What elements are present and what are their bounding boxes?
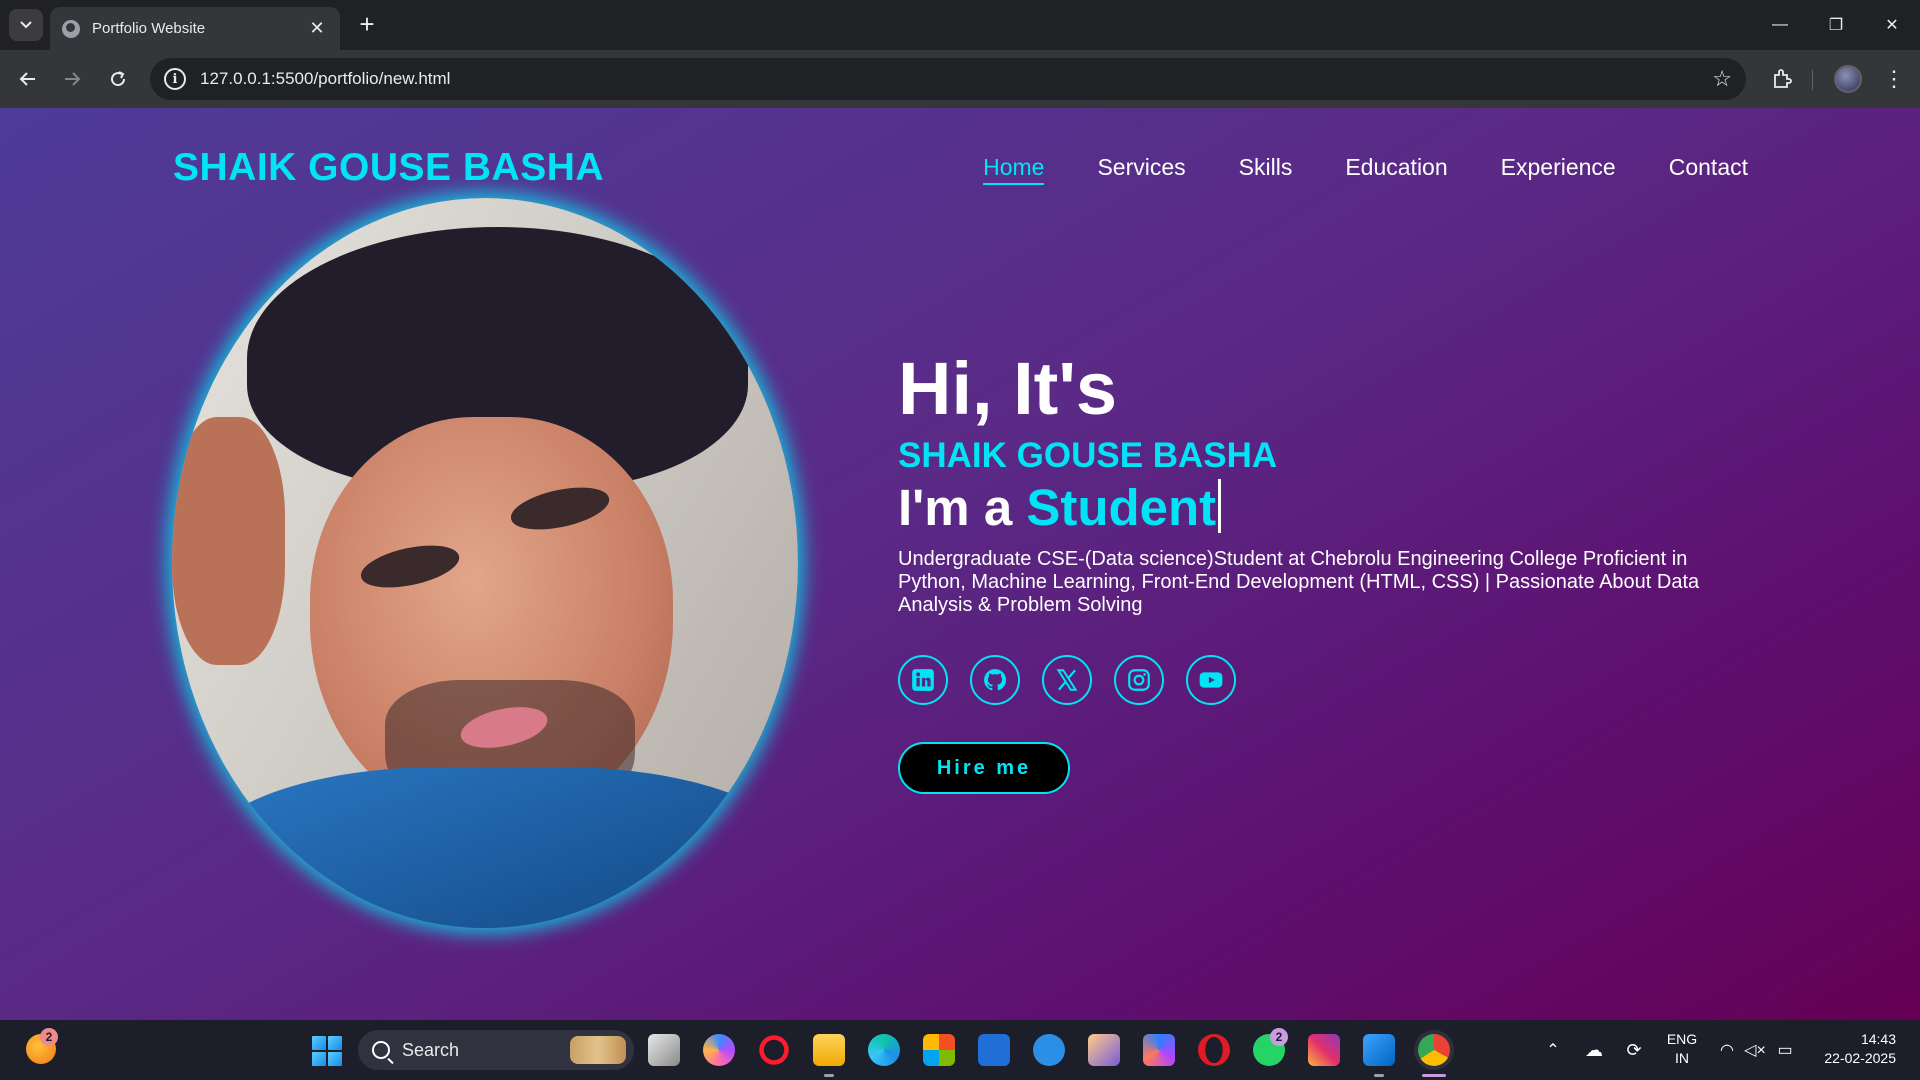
x-link[interactable] <box>1042 655 1092 705</box>
hero-description: Undergraduate CSE-(Data science)Student … <box>898 548 1700 616</box>
taskbar-search[interactable]: Search <box>358 1030 634 1070</box>
youtube-link[interactable] <box>1186 655 1236 705</box>
arrow-right-icon <box>65 72 81 86</box>
role-highlight: Student <box>1026 479 1217 536</box>
microsoft-store-icon[interactable] <box>923 1034 955 1066</box>
sync-icon[interactable]: ⟳ <box>1620 1020 1648 1080</box>
opera-icon[interactable] <box>1198 1034 1230 1066</box>
profile-photo <box>172 198 798 928</box>
system-clock[interactable]: 14:43 22-02-2025 <box>1810 1030 1896 1068</box>
copilot-icon[interactable] <box>703 1034 735 1066</box>
toolbar-divider <box>1812 70 1813 90</box>
portfolio-page: SHAIK GOUSE BASHA Home Services Skills E… <box>0 108 1920 1020</box>
address-bar[interactable]: i 127.0.0.1:5500/portfolio/new.html ☆ <box>150 58 1746 100</box>
clock-time: 14:43 <box>1860 1031 1896 1047</box>
bookmark-star-icon[interactable]: ☆ <box>1712 66 1732 92</box>
vscode-icon[interactable] <box>1363 1034 1395 1066</box>
github-icon <box>984 669 1007 691</box>
chevron-down-icon <box>20 21 32 29</box>
onedrive-icon[interactable]: ☁ <box>1580 1020 1608 1080</box>
photo-shirt <box>203 767 798 928</box>
social-links <box>898 655 1236 705</box>
back-button[interactable] <box>12 63 44 95</box>
battery-icon[interactable]: ▭ <box>1772 1020 1798 1080</box>
instagram-app-icon[interactable] <box>1308 1034 1340 1066</box>
url-text[interactable]: 127.0.0.1:5500/portfolio/new.html <box>200 69 1712 89</box>
reload-button[interactable] <box>102 63 134 95</box>
forward-button[interactable] <box>56 63 88 95</box>
main-nav: Home Services Skills Education Experienc… <box>983 154 1748 185</box>
windows-taskbar: 2 Search 2 ⌃ ☁ ⟳ ENG IN ◠ ◁× ▭ 14:43 22-… <box>0 1020 1920 1080</box>
running-indicator <box>824 1074 834 1077</box>
nav-skills[interactable]: Skills <box>1239 154 1293 185</box>
tab-close-icon[interactable]: ✕ <box>306 18 328 39</box>
linkedin-icon <box>912 669 934 691</box>
typing-cursor <box>1218 479 1222 533</box>
edge-icon[interactable] <box>868 1034 900 1066</box>
active-indicator <box>1422 1074 1446 1077</box>
chrome-icon[interactable] <box>1418 1034 1450 1066</box>
site-logo[interactable]: SHAIK GOUSE BASHA <box>173 146 604 190</box>
minimize-button[interactable]: — <box>1752 0 1808 50</box>
instagram-icon <box>1128 669 1150 691</box>
photos-app-icon[interactable] <box>1088 1034 1120 1066</box>
file-explorer-icon[interactable] <box>813 1034 845 1066</box>
hire-me-button[interactable]: Hire me <box>898 742 1070 794</box>
clock-date: 22-02-2025 <box>1824 1050 1896 1066</box>
arrow-left-icon <box>19 72 35 86</box>
volume-muted-icon[interactable]: ◁× <box>1742 1020 1768 1080</box>
nav-contact[interactable]: Contact <box>1669 154 1748 185</box>
nav-experience[interactable]: Experience <box>1501 154 1616 185</box>
get-help-icon[interactable] <box>1033 1034 1065 1066</box>
search-highlight-image <box>570 1036 626 1064</box>
role-prefix: I'm a <box>898 479 1027 536</box>
nav-education[interactable]: Education <box>1345 154 1447 185</box>
language-indicator[interactable]: ENG IN <box>1662 1030 1702 1068</box>
wifi-icon[interactable]: ◠ <box>1714 1020 1740 1080</box>
x-icon <box>1056 669 1078 691</box>
reload-icon <box>111 71 126 87</box>
hero-role: I'm a Student <box>898 478 1222 537</box>
microsoft-365-icon[interactable] <box>1143 1034 1175 1066</box>
close-window-button[interactable]: ✕ <box>1864 0 1920 50</box>
tab-search-button[interactable] <box>9 9 43 41</box>
region-code: IN <box>1675 1050 1689 1066</box>
opera-gx-icon[interactable] <box>758 1034 790 1066</box>
profile-avatar[interactable] <box>1834 65 1862 93</box>
language-code: ENG <box>1666 1031 1698 1047</box>
photo-hand <box>172 417 285 666</box>
task-view-icon[interactable] <box>648 1034 680 1066</box>
browser-tab-bar: Portfolio Website ✕ + — ❐ ✕ <box>0 0 1920 50</box>
browser-toolbar: i 127.0.0.1:5500/portfolio/new.html ☆ ⋮ <box>0 50 1920 108</box>
extensions-icon[interactable] <box>1766 63 1798 95</box>
search-icon <box>372 1041 390 1059</box>
windows-start-icon[interactable] <box>312 1036 342 1066</box>
site-info-icon[interactable]: i <box>164 68 186 90</box>
globe-icon <box>62 19 80 38</box>
tab-title: Portfolio Website <box>92 20 206 37</box>
show-hidden-icons[interactable]: ⌃ <box>1540 1020 1566 1080</box>
github-link[interactable] <box>970 655 1020 705</box>
linkedin-link[interactable] <box>898 655 948 705</box>
hero-greeting: Hi, It's <box>898 347 1118 430</box>
hero-name: SHAIK GOUSE BASHA <box>898 436 1278 475</box>
browser-menu-icon[interactable]: ⋮ <box>1880 63 1908 95</box>
instagram-link[interactable] <box>1114 655 1164 705</box>
notification-badge: 2 <box>40 1028 58 1046</box>
nav-services[interactable]: Services <box>1097 154 1185 185</box>
running-indicator <box>1374 1074 1384 1077</box>
nav-home[interactable]: Home <box>983 154 1045 185</box>
browser-tab-active[interactable]: Portfolio Website ✕ <box>50 7 340 50</box>
new-tab-button[interactable]: + <box>352 10 382 40</box>
myhp-icon[interactable] <box>978 1034 1010 1066</box>
youtube-icon <box>1199 672 1223 688</box>
search-label: Search <box>402 1039 460 1060</box>
whatsapp-badge: 2 <box>1270 1028 1288 1046</box>
restore-button[interactable]: ❐ <box>1808 0 1864 50</box>
